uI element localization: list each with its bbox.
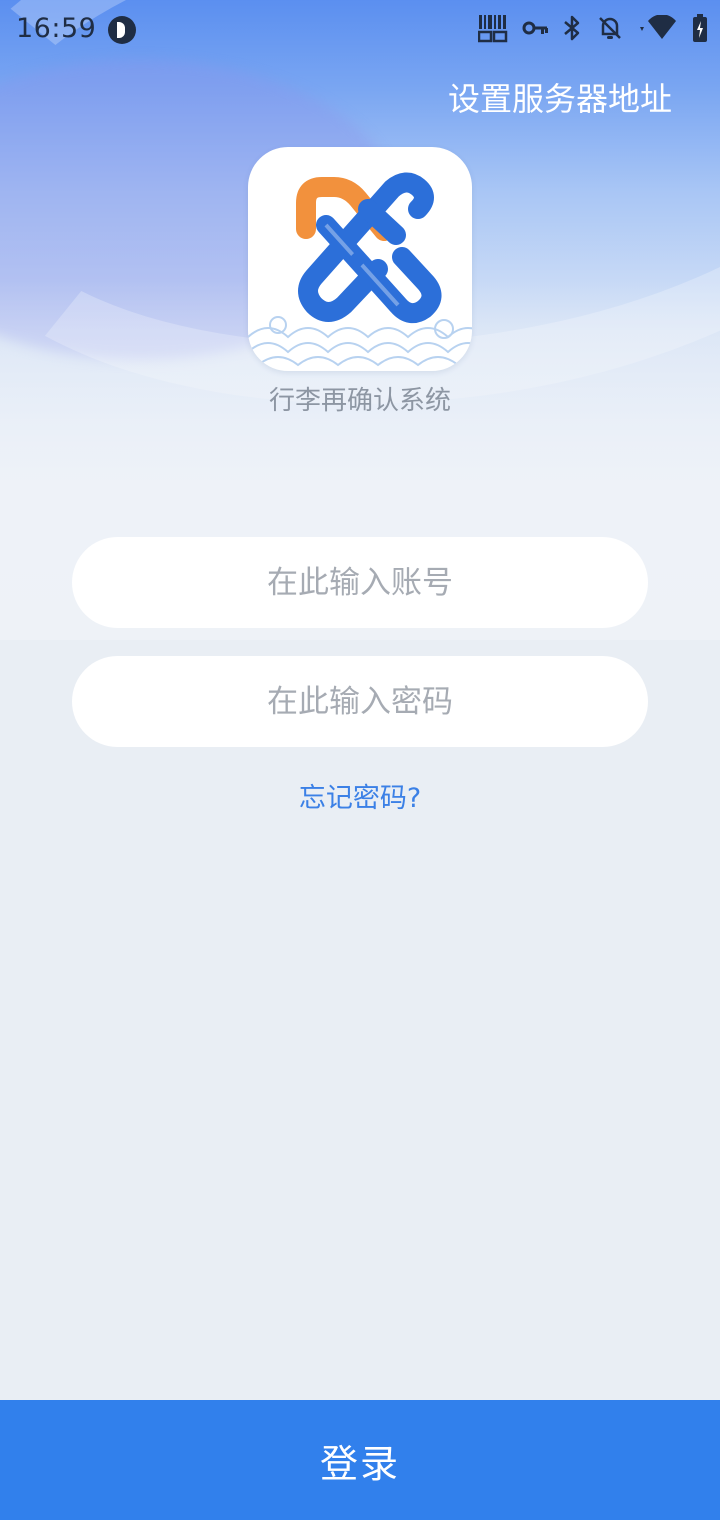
vpn-key-icon [522, 19, 548, 41]
forgot-password-link[interactable]: 忘记密码? [0, 776, 720, 815]
wifi-icon [638, 14, 678, 45]
bluetooth-icon [562, 14, 582, 46]
app-name: 行李再确认系统 [268, 386, 451, 416]
account-input[interactable] [72, 537, 648, 628]
set-server-address-link[interactable]: 设置服务器地址 [448, 74, 672, 120]
barcode-icon [477, 13, 508, 47]
notifications-off-icon [596, 14, 624, 46]
battery-charging-icon [692, 14, 708, 46]
login-button[interactable]: 登录 [0, 1400, 720, 1520]
status-time: 16:59 [16, 13, 97, 44]
password-input[interactable] [72, 656, 648, 747]
app-logo [248, 147, 472, 371]
status-bar: 16:59 [0, 0, 720, 62]
app-notification-icon [108, 16, 136, 44]
status-icons [477, 13, 708, 47]
